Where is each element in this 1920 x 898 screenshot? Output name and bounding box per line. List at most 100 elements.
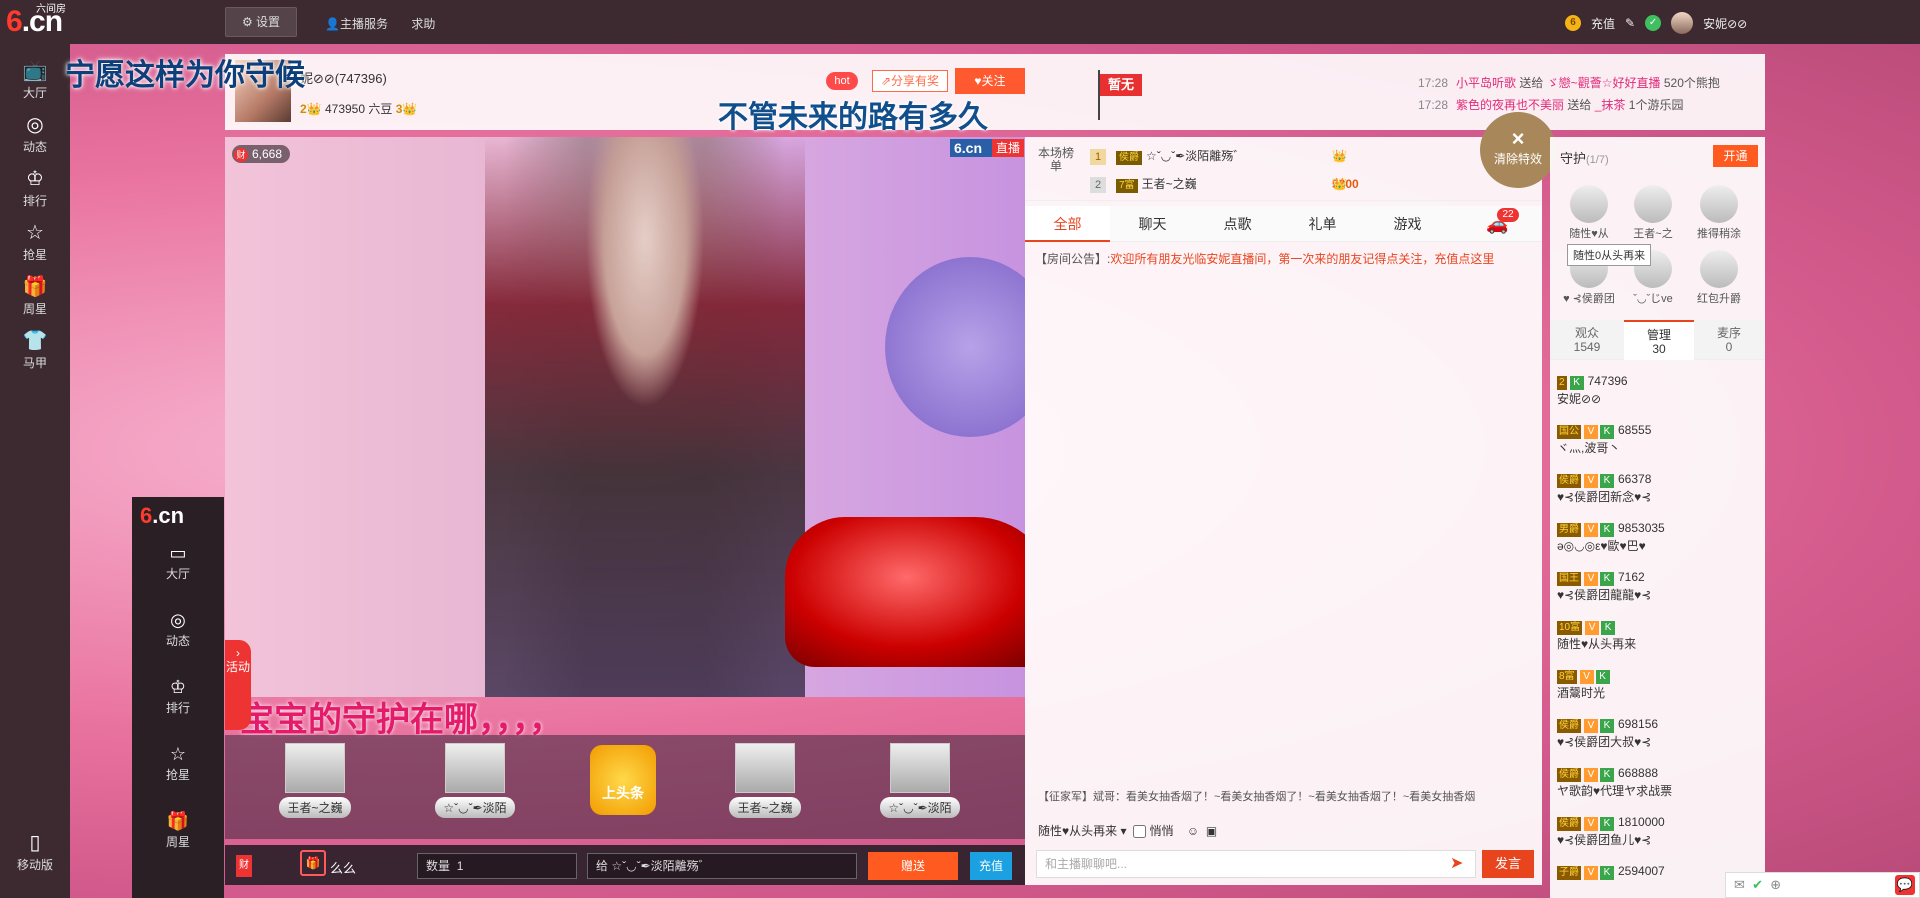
k-badge: K (1595, 670, 1610, 684)
send-gift-button[interactable]: 赠送 (868, 852, 958, 880)
rank-title[interactable]: 本场榜单 (1038, 147, 1074, 173)
site-logo[interactable]: 6.cn 六间房 (6, 4, 72, 40)
k-badge: K (1569, 376, 1584, 390)
tab-audience[interactable]: 观众 1549 (1552, 320, 1622, 360)
user-row[interactable]: 男爵 V K 9853035 ǝ◎◡◎ε♥歐♥巴♥ (1557, 519, 1757, 567)
recharge-link[interactable]: 充值 (1591, 15, 1615, 32)
nav-weekstar[interactable]: 🎁 周星 (0, 274, 70, 330)
check-icon[interactable]: ✔ (1752, 877, 1763, 892)
tab-chat[interactable]: 聊天 (1110, 206, 1195, 242)
tab-admins[interactable]: 管理 30 (1624, 320, 1694, 360)
send-message-button[interactable]: 发言 (1482, 850, 1534, 878)
headline-button[interactable]: 上头条 (590, 745, 656, 815)
nav-vest[interactable]: 👕 马甲 (0, 328, 70, 384)
gift-card[interactable]: 王者~之巍 (725, 743, 805, 833)
gift-card[interactable]: ☆ˇ◡ˇ✒淡陌 (435, 743, 515, 833)
user-row[interactable]: 国王 V K 7162 ♥⊰侯爵团龍龍♥⊰ (1557, 568, 1757, 616)
clear-effects-button[interactable]: × 清除特效 (1480, 112, 1556, 188)
zoom-icon[interactable]: ⊕ (1770, 877, 1781, 892)
tab-gifts[interactable]: 礼单 (1280, 206, 1365, 242)
gift-icon: 🎁 (166, 811, 190, 831)
tv-icon: 📺 (22, 60, 48, 82)
tab-all[interactable]: 全部 (1025, 206, 1110, 242)
nav-star[interactable]: ☆ 抢星 (0, 220, 70, 276)
k-badge: K (1600, 425, 1614, 439)
chat-icon[interactable]: 💬 (1895, 875, 1915, 895)
user-row[interactable]: 侯爵 V K 668888 ヤ歌韵♥代理ヤ求战票 (1557, 764, 1757, 812)
nav-hall[interactable]: 📺 大厅 (0, 58, 70, 114)
v-badge: V (1584, 817, 1598, 831)
send-plane-icon[interactable]: ➤ (1450, 853, 1463, 873)
settings-button[interactable]: ⚙ 设置 (225, 7, 297, 37)
chevron-down-icon[interactable]: ▾ (1120, 824, 1126, 838)
gift-card[interactable]: 王者~之巍 (275, 743, 355, 833)
user-row[interactable]: 国公 V K 68555 ヾ灬,波哥丶 (1557, 421, 1757, 469)
v-badge: V (1584, 474, 1598, 488)
mini-logo[interactable]: 6.cn (132, 497, 224, 541)
chat-target[interactable]: 随性♥从头再来 (1038, 824, 1117, 838)
emoji-icon[interactable]: ☺ (1187, 824, 1199, 838)
room-notice: 【房间公告】:欢迎所有朋友光临安妮直播间，第一次来的朋友记得点关注，充值点这里 (1035, 252, 1495, 266)
heart-icon: ♥ (974, 74, 982, 88)
video-player[interactable] (225, 137, 1025, 697)
user-row[interactable]: 侯爵 V K 66378 ♥⊰侯爵团新念♥⊰ (1557, 470, 1757, 518)
shirt-icon: 👕 (22, 330, 48, 352)
gift-name[interactable]: 么么 (330, 858, 356, 877)
nav-feed[interactable]: ◎ 动态 (0, 112, 70, 168)
gift-card[interactable]: ☆ˇ◡ˇ✒淡陌 (880, 743, 960, 833)
whisper-label: 悄悄 (1149, 824, 1174, 838)
k-badge: K (1600, 572, 1614, 586)
tab-games[interactable]: 游戏 (1365, 206, 1450, 242)
user-name[interactable]: 安妮⊘⊘ (1703, 15, 1747, 32)
tv-icon: ▭ (169, 543, 187, 563)
recipient-select[interactable]: 给 ☆ˇ◡ˇ✒淡陌離殇゛ (587, 853, 857, 879)
rank-row[interactable]: 27富王者~之巍👑 2850 (1090, 170, 1359, 219)
broadcast-message: 【征家军】斌哥：看美女抽香烟了！~看美女抽香烟了！~看美女抽香烟了！~看美女抽香… (1038, 791, 1476, 803)
gift-news-item: 17:28 紫色的夜再也不美丽 送给 _抹茶 1个游乐园 (1418, 98, 1684, 112)
user-row[interactable]: 侯爵 V K 1810000 ♥⊰侯爵团鱼儿♥⊰ (1557, 813, 1757, 861)
chat-input[interactable]: 和主播聊聊吧... (1036, 850, 1476, 878)
share-button[interactable]: ⇗分享有奖 (872, 70, 948, 92)
edit-icon[interactable]: ✎ (1625, 16, 1635, 30)
user-row[interactable]: 8富 V K 酒鬶时光 (1557, 666, 1757, 714)
recharge-button[interactable]: 充值 (970, 852, 1012, 880)
mini-nav-hall[interactable]: ▭ 大厅 (132, 541, 224, 608)
mail-icon[interactable]: ✉ (1734, 877, 1745, 892)
guard-avatar (1634, 185, 1672, 223)
nav-mobile[interactable]: ▯ 移动版 (0, 830, 70, 886)
wealth-icon: 财 (234, 148, 248, 162)
verified-icon[interactable]: ✓ (1645, 15, 1662, 31)
nav-rank[interactable]: ♔ 排行 (0, 166, 70, 222)
user-row[interactable]: 10富 V K 随性♥从头再来 (1557, 617, 1757, 665)
mini-nav-weekstar[interactable]: 🎁 周星 (132, 809, 224, 876)
k-badge: K (1601, 621, 1616, 635)
follow-button[interactable]: ♥关注 (955, 68, 1025, 94)
quantity-field[interactable]: 数量 1 (417, 853, 577, 879)
guard-member[interactable]: 随性♥从 (1558, 185, 1620, 241)
open-guard-button[interactable]: 开通 (1713, 145, 1758, 167)
coin-icon: 6 (1565, 15, 1581, 31)
k-badge: K (1600, 474, 1614, 488)
mini-nav-rank[interactable]: ♔ 排行 (132, 675, 224, 742)
gift-icon: 🎁 (22, 276, 48, 298)
anchor-name: 妮⊘⊘(747396) (300, 71, 387, 86)
anchor-service-link[interactable]: 👤主播服务 (325, 17, 398, 31)
user-avatar[interactable] (1671, 12, 1694, 34)
whisper-checkbox[interactable] (1133, 825, 1147, 839)
image-icon[interactable]: ▣ (1206, 824, 1217, 838)
user-row[interactable]: 侯爵 V K 698156 ♥⊰侯爵团大叔♥⊰ (1557, 715, 1757, 763)
mini-nav-feed[interactable]: ◎ 动态 (132, 608, 224, 675)
mini-nav-star[interactable]: ☆ 抢星 (132, 742, 224, 809)
tab-mic-queue[interactable]: 麦序 0 (1694, 320, 1764, 360)
user-row[interactable]: 2 K 747396 安妮⊘⊘ (1557, 372, 1757, 420)
help-link[interactable]: 求助 (411, 17, 435, 31)
gift-icon[interactable]: 🎁 (300, 850, 326, 876)
guard-member[interactable]: 王者~之 (1622, 185, 1684, 241)
guard-member[interactable]: 推得稍涂 (1688, 185, 1750, 241)
wealth-icon[interactable]: 财 (236, 855, 252, 877)
v-badge: V (1579, 670, 1594, 684)
guard-member[interactable]: 红包升爵 (1688, 250, 1750, 306)
activity-tab[interactable]: › 活动 (225, 640, 251, 730)
rank-row[interactable]: 1 侯爵 ☆ˇ◡ˇ✒淡陌離殇゛ 👑 5200 (1090, 142, 1359, 191)
tab-songs[interactable]: 点歌 (1195, 206, 1280, 242)
